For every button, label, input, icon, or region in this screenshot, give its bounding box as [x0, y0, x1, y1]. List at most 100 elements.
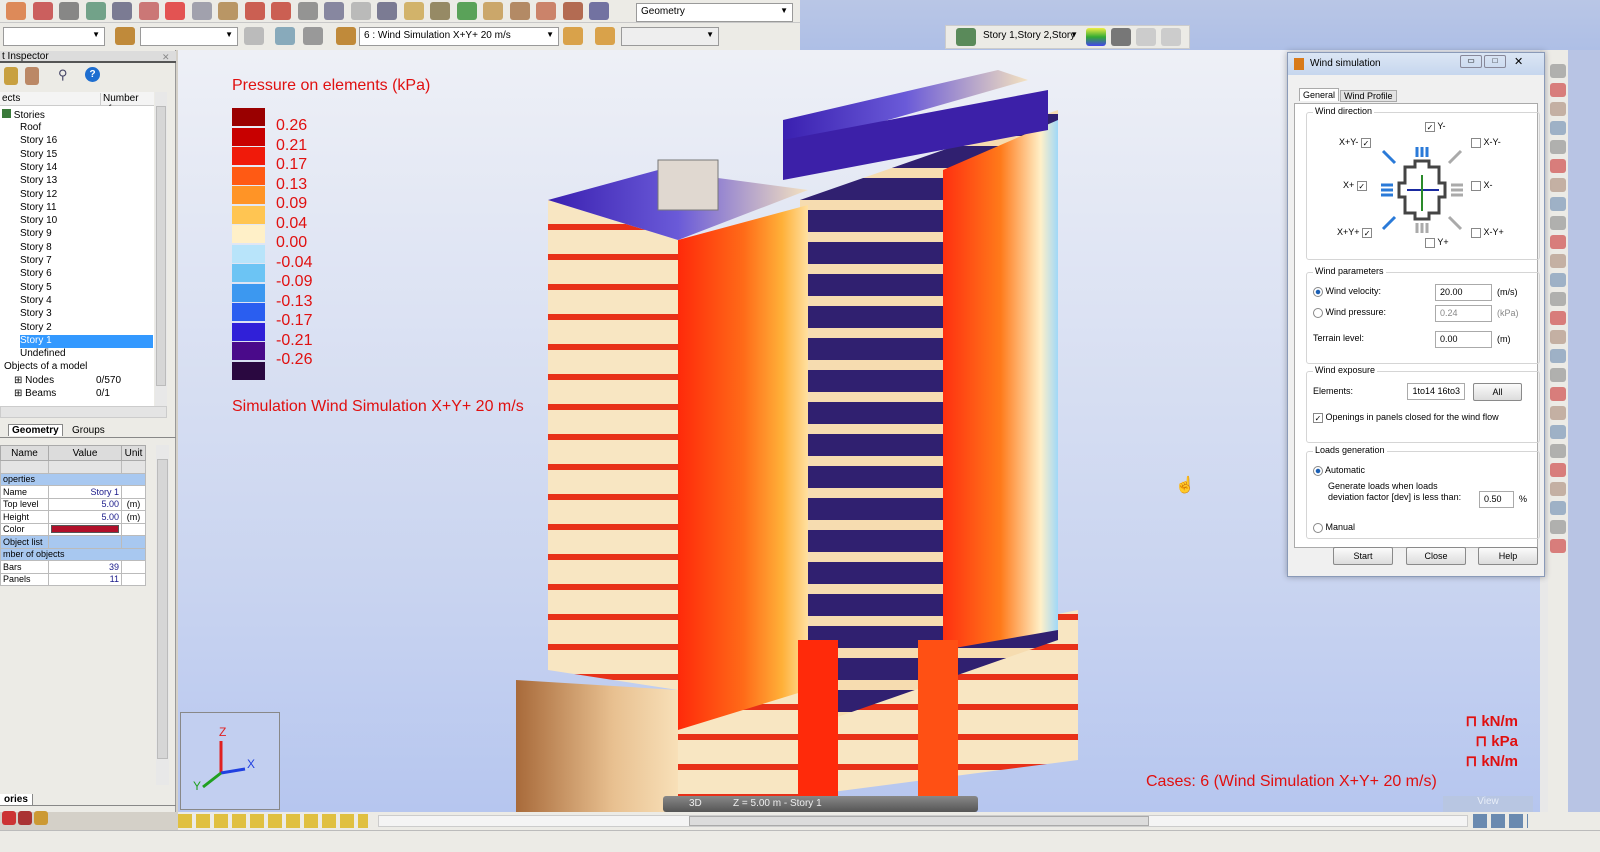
tree-item-story[interactable]: Roof — [20, 122, 41, 135]
right-tool-icon[interactable] — [1550, 140, 1566, 154]
right-tool-icon[interactable] — [1550, 254, 1566, 268]
property-row[interactable]: Height 5.00 (m) — [0, 510, 146, 524]
copy-icon[interactable] — [191, 2, 212, 20]
panel-icon[interactable] — [275, 27, 295, 45]
undo-icon[interactable] — [244, 2, 265, 20]
book-icon[interactable] — [85, 2, 106, 20]
right-tool-icon[interactable] — [1550, 83, 1566, 97]
load-combination-icon[interactable] — [563, 27, 583, 45]
section-icon[interactable] — [509, 2, 530, 20]
property-row[interactable]: Top level 5.00 (m) — [0, 497, 146, 511]
filter-icon[interactable] — [4, 67, 18, 85]
direction-checkbox[interactable]: X-Y+ — [1471, 227, 1504, 238]
bottom-tool-icon-3[interactable] — [34, 811, 48, 825]
layout-icon[interactable] — [589, 2, 609, 20]
direction-checkbox[interactable]: Y+ — [1425, 237, 1449, 248]
tab-general[interactable]: General — [1299, 88, 1340, 101]
zoom-icon[interactable] — [377, 2, 397, 20]
right-tool-icon[interactable] — [1550, 406, 1566, 420]
tab-geometry[interactable]: Geometry — [8, 424, 63, 436]
tree-item-stories[interactable]: Stories — [2, 109, 45, 122]
tree-item-story[interactable]: Story 1 — [20, 334, 153, 348]
properties-scrollbar[interactable] — [156, 445, 169, 785]
close-icon[interactable]: ✕ — [162, 52, 170, 63]
right-tool-icon[interactable] — [1550, 444, 1566, 458]
story-icon[interactable] — [956, 28, 976, 46]
tree-item-story[interactable]: Story 8 — [20, 242, 52, 255]
right-tool-icon[interactable] — [1550, 159, 1566, 173]
right-tool-icon[interactable] — [1550, 216, 1566, 230]
tree-item-story[interactable]: Story 2 — [20, 322, 52, 335]
view-tool-icons[interactable] — [178, 814, 368, 828]
tree-item-story[interactable]: Story 16 — [20, 135, 57, 148]
tree-item-story[interactable]: Story 7 — [20, 255, 52, 268]
save-icon[interactable] — [32, 2, 53, 20]
disabled-combo[interactable]: ▼ — [621, 27, 719, 46]
help-bar-icon[interactable] — [115, 27, 135, 45]
tree-item-story[interactable]: Story 11 — [20, 202, 57, 215]
story-colors-icon[interactable] — [1086, 28, 1106, 46]
maximize-button[interactable]: □ — [1484, 55, 1506, 68]
direction-checkbox[interactable]: X+ ✓ — [1343, 180, 1367, 191]
search-icon[interactable]: ⚲ — [58, 67, 72, 85]
open-icon[interactable] — [6, 2, 26, 20]
dialog-close-button[interactable]: ✕ — [1514, 55, 1523, 68]
elements-input[interactable]: 1to14 16to3 — [1407, 383, 1465, 400]
wrench-icon[interactable] — [562, 2, 583, 20]
right-tool-icon[interactable] — [1550, 292, 1566, 306]
clear-filter-icon[interactable] — [25, 67, 39, 85]
right-tool-icon[interactable] — [1550, 273, 1566, 287]
tree-item-story[interactable]: Story 9 — [20, 228, 52, 241]
bottom-tool-icon-1[interactable] — [2, 811, 16, 825]
bottom-tool-icon-2[interactable] — [18, 811, 32, 825]
calculator-icon[interactable] — [297, 2, 318, 20]
direction-checkbox[interactable]: X+Y- ✓ — [1339, 137, 1371, 148]
tree-item-story[interactable]: Story 4 — [20, 295, 52, 308]
right-tool-icon[interactable] — [1550, 387, 1566, 401]
view-button[interactable]: View — [1443, 796, 1533, 812]
tab-groups[interactable]: Groups — [72, 425, 105, 436]
tree-item-story[interactable]: Story 14 — [20, 162, 57, 175]
openings-checkbox[interactable]: ✓ Openings in panels closed for the wind… — [1313, 412, 1499, 423]
help-button[interactable]: Help — [1478, 547, 1538, 565]
tree-item-nodes[interactable]: ⊞ Nodes 0/570 — [14, 375, 154, 388]
terrain-level-input[interactable]: 0.00 — [1435, 331, 1492, 348]
right-tool-icon[interactable] — [1550, 368, 1566, 382]
tab-stories[interactable]: ories — [0, 794, 33, 805]
tree-item-story[interactable]: Story 13 — [20, 175, 57, 188]
viewport-hscrollbar[interactable] — [378, 815, 1468, 827]
close-button[interactable]: Close — [1406, 547, 1466, 565]
automatic-radio[interactable]: Automatic — [1313, 465, 1365, 476]
property-row[interactable]: Bars 39 — [0, 560, 146, 574]
right-tool-icon[interactable] — [1550, 178, 1566, 192]
story-help-icon[interactable] — [1111, 28, 1131, 46]
right-tool-icon[interactable] — [1550, 330, 1566, 344]
gray-panel-icon[interactable] — [303, 27, 323, 45]
tree-item-story[interactable]: Story 12 — [20, 189, 57, 202]
camera-icon[interactable] — [138, 2, 159, 20]
tree-item-story[interactable]: Undefined — [20, 348, 66, 361]
tree-item-story[interactable]: Story 10 — [20, 215, 57, 228]
right-tool-icon[interactable] — [1550, 197, 1566, 211]
property-row[interactable]: Color — [0, 522, 146, 536]
load-type-icon[interactable] — [595, 27, 615, 45]
right-tool-icon[interactable] — [1550, 520, 1566, 534]
wind-velocity-input[interactable]: 20.00 — [1435, 284, 1492, 301]
manual-radio[interactable]: Manual — [1313, 522, 1355, 533]
story-filter-icon[interactable] — [1161, 28, 1181, 46]
help-icon[interactable]: ? — [85, 67, 100, 82]
tree-hscrollbar[interactable] — [0, 406, 167, 418]
property-row[interactable]: Name Story 1 — [0, 485, 146, 499]
right-tool-icon[interactable] — [1550, 425, 1566, 439]
tree-item-beams[interactable]: ⊞ Beams 0/1 — [14, 388, 154, 401]
direction-checkbox[interactable]: ✓ Y- — [1425, 121, 1446, 132]
tree-item-story[interactable]: Story 15 — [20, 149, 57, 162]
property-row[interactable]: Object list — [0, 535, 146, 549]
wind-velocity-radio[interactable]: Wind velocity: — [1313, 286, 1381, 297]
deviation-factor-input[interactable]: 0.50 — [1479, 491, 1514, 508]
property-row[interactable]: Panels 11 — [0, 572, 146, 586]
supports-icon[interactable] — [456, 2, 477, 20]
wind-pressure-radio[interactable]: Wind pressure: — [1313, 307, 1386, 318]
direction-checkbox[interactable]: X-Y- — [1471, 137, 1501, 148]
zoom-window-icon[interactable] — [403, 2, 424, 20]
